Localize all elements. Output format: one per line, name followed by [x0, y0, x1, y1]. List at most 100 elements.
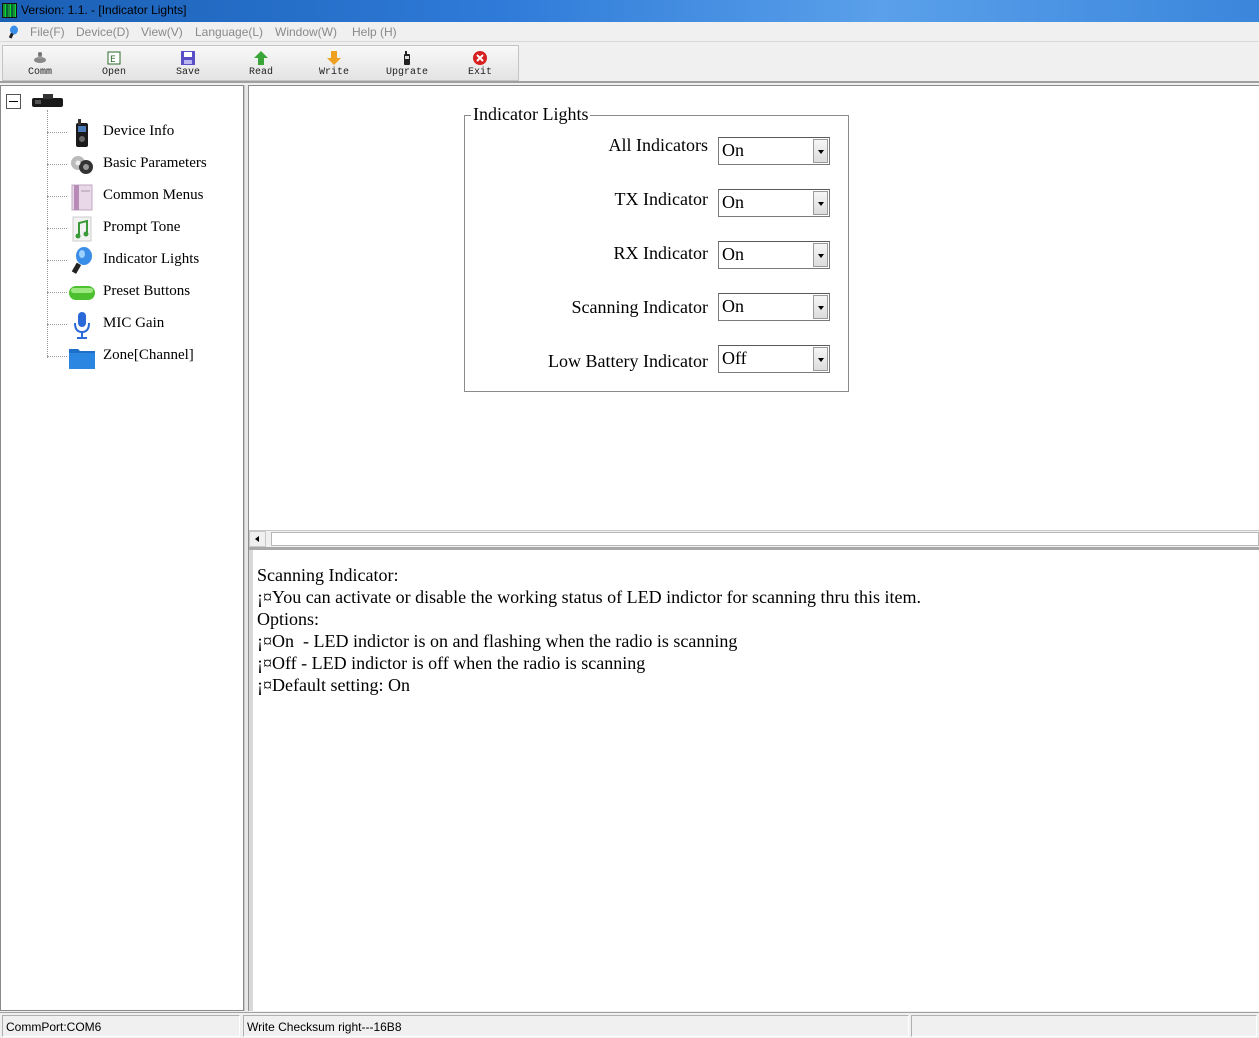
desc-line: ¡¤On - LED indictor is on and flashing w… — [257, 631, 738, 651]
tree-item-label: Basic Parameters — [103, 155, 207, 171]
scanning-indicator-select[interactable]: On — [718, 293, 830, 321]
status-extra-pane — [911, 1015, 1257, 1037]
radio-device-icon[interactable] — [31, 94, 64, 108]
read-label: Read — [248, 67, 273, 78]
select-value: On — [722, 192, 744, 212]
exit-icon — [473, 51, 487, 65]
comm-icon — [34, 52, 46, 63]
desc-line: ¡¤Off - LED indictor is off when the rad… — [257, 653, 646, 673]
handheld-radio-icon — [76, 119, 88, 147]
toolbar-group: Comm E Open Save Read Write Upgrate Exit — [2, 45, 519, 81]
app-icon — [2, 3, 17, 18]
chevron-down-icon[interactable] — [813, 243, 828, 267]
tree-branch — [47, 228, 67, 229]
tree-branch — [47, 292, 67, 293]
chevron-down-icon[interactable] — [813, 139, 828, 163]
comm-label: Comm — [27, 67, 52, 78]
tree-item-label: Zone[Channel] — [103, 347, 194, 363]
menu-language[interactable]: Language(L) — [195, 25, 263, 39]
save-button[interactable]: Save — [166, 50, 210, 82]
status-message: Write Checksum right---16B8 — [247, 1020, 402, 1034]
all-indicators-select[interactable]: On — [718, 137, 830, 165]
settings-panel: Indicator Lights All Indicators On TX In… — [249, 85, 1259, 530]
scrollbar-thumb[interactable] — [271, 532, 1259, 546]
tree-item-label: Preset Buttons — [103, 283, 191, 299]
indicator-lights-group: Indicator Lights All Indicators On TX In… — [464, 104, 849, 392]
menu-bar: File(F) Device(D) View(V) Language(L) Wi… — [0, 22, 1259, 42]
microphone-icon — [74, 312, 90, 339]
gear-icon — [71, 156, 93, 174]
tree-item-zone-channel[interactable]: Zone[Channel] — [47, 342, 237, 372]
read-button[interactable]: Read — [239, 50, 283, 82]
tree-branch — [47, 260, 67, 261]
write-button[interactable]: Write — [312, 50, 356, 82]
desc-line: ¡¤You can activate or disable the workin… — [257, 587, 922, 607]
tree-item-label: Device Info — [103, 123, 175, 139]
chevron-down-icon[interactable] — [813, 347, 828, 371]
tree-item-label: Prompt Tone — [103, 219, 181, 235]
tree-item-device-info[interactable]: Device Info — [47, 118, 237, 148]
upgrade-label: Upgrate — [385, 67, 428, 78]
tree-item-preset-buttons[interactable]: Preset Buttons — [47, 278, 237, 308]
tx-indicator-select[interactable]: On — [718, 189, 830, 217]
status-bar: CommPort:COM6 Write Checksum right---16B… — [0, 1012, 1259, 1038]
save-icon — [181, 51, 195, 65]
music-note-icon — [72, 216, 92, 242]
rx-indicator-select[interactable]: On — [718, 241, 830, 269]
select-value: On — [722, 296, 744, 316]
write-arrow-down-icon — [327, 51, 341, 65]
select-value: On — [722, 244, 744, 264]
open-icon: E — [107, 51, 121, 65]
tree-item-mic-gain[interactable]: MIC Gain — [47, 310, 237, 340]
scroll-left-icon[interactable] — [249, 531, 266, 547]
tree-item-prompt-tone[interactable]: Prompt Tone — [47, 214, 237, 244]
scanning-indicator-label: Scanning Indicator — [571, 297, 708, 317]
chevron-down-icon[interactable] — [813, 191, 828, 215]
exit-button[interactable]: Exit — [458, 50, 502, 82]
tree-branch — [47, 356, 67, 357]
tree-item-indicator-lights[interactable]: Indicator Lights — [47, 246, 237, 276]
system-menu-icon[interactable] — [6, 25, 20, 39]
menu-device[interactable]: Device(D) — [76, 25, 129, 39]
open-label: Open — [101, 67, 126, 78]
low-battery-indicator-select[interactable]: Off — [718, 345, 830, 373]
tree-collapse-toggle[interactable] — [6, 94, 21, 109]
group-title: Indicator Lights — [471, 104, 591, 125]
rx-indicator-label: RX Indicator — [613, 243, 708, 263]
tree-item-label: MIC Gain — [103, 315, 165, 331]
folder-icon — [69, 349, 95, 369]
title-bar: Version: 1.1. - [Indicator Lights] — [0, 0, 1259, 22]
menu-file[interactable]: File(F) — [30, 25, 65, 39]
write-label: Write — [318, 67, 349, 78]
svg-text:E: E — [110, 55, 116, 65]
menu-view[interactable]: View(V) — [141, 25, 183, 39]
menu-help[interactable]: Help (H) — [352, 25, 397, 39]
device-tree: Device Info Basic Parameters Common Menu… — [0, 85, 244, 1011]
all-indicators-label: All Indicators — [608, 135, 708, 155]
menu-window[interactable]: Window(W) — [275, 25, 337, 39]
exit-label: Exit — [467, 67, 492, 78]
select-value: Off — [722, 348, 747, 368]
chevron-down-icon[interactable] — [813, 295, 828, 319]
status-port-pane: CommPort:COM6 — [2, 1015, 240, 1037]
upgrade-radio-icon — [404, 51, 410, 65]
horizontal-scrollbar[interactable] — [249, 530, 1259, 547]
comm-button[interactable]: Comm — [18, 50, 62, 82]
tree-branch — [47, 132, 67, 133]
upgrade-button[interactable]: Upgrate — [385, 50, 429, 82]
status-port: CommPort:COM6 — [6, 1020, 102, 1034]
low-battery-indicator-label: Low Battery Indicator — [548, 351, 708, 371]
open-button[interactable]: E Open — [92, 50, 136, 82]
green-button-icon — [69, 286, 95, 300]
light-bulb-icon — [71, 247, 92, 274]
tree-item-basic-parameters[interactable]: Basic Parameters — [47, 150, 237, 180]
status-message-pane: Write Checksum right---16B8 — [243, 1015, 909, 1037]
tree-branch — [47, 324, 67, 325]
tree-branch — [47, 196, 67, 197]
help-description: Scanning Indicator: ¡¤You can activate o… — [249, 550, 1259, 1011]
toolbar: Comm E Open Save Read Write Upgrate Exit — [0, 43, 1259, 83]
tree-branch — [47, 164, 67, 165]
read-arrow-up-icon — [254, 51, 268, 65]
select-value: On — [722, 140, 744, 160]
tree-item-common-menus[interactable]: Common Menus — [47, 182, 237, 212]
